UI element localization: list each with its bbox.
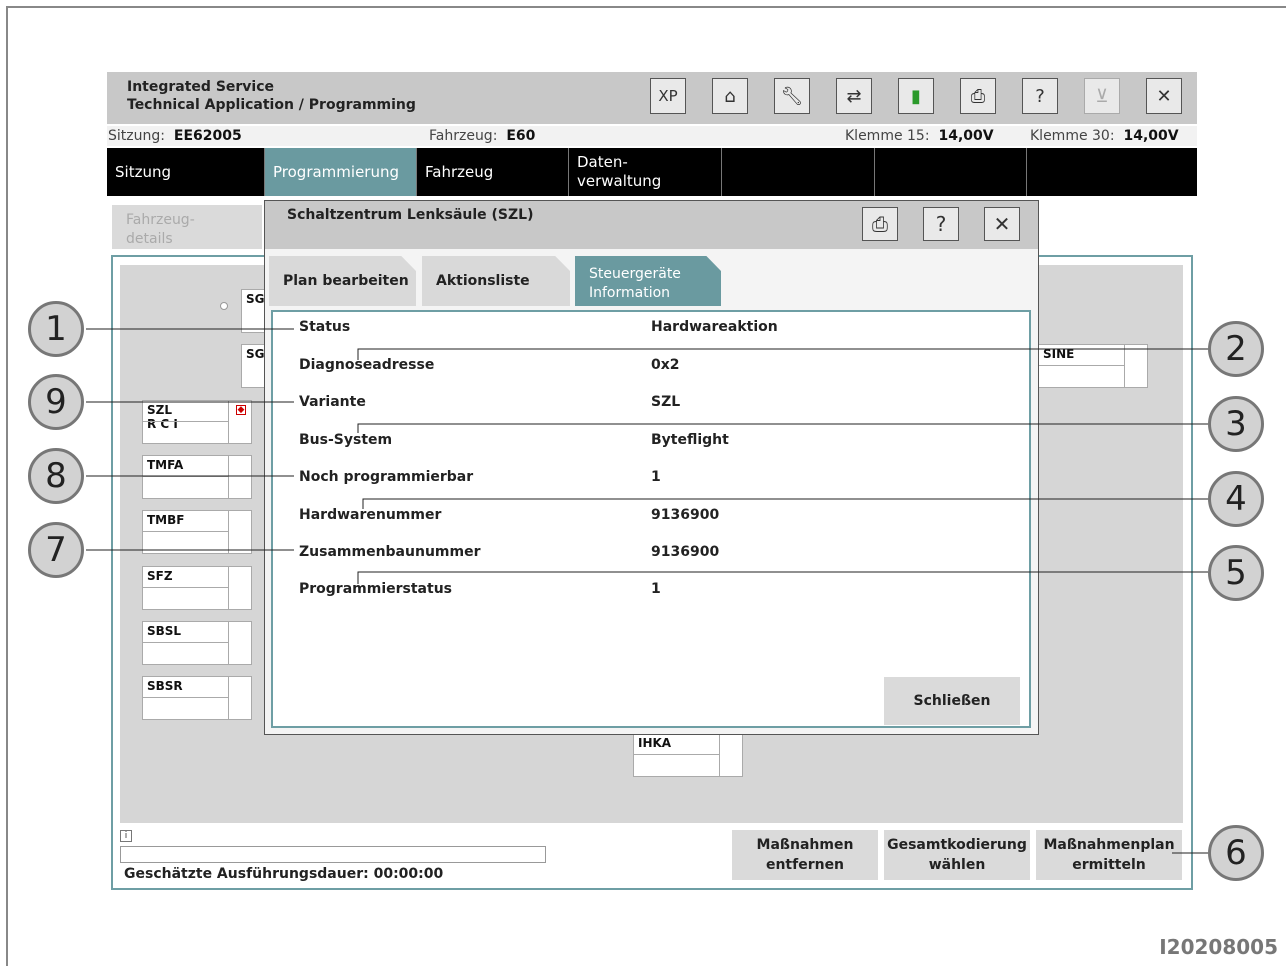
callout-leader-lines	[86, 328, 1208, 854]
leader-3	[357, 423, 1208, 433]
callout-1: 1	[28, 301, 84, 357]
callout-5: 5	[1208, 545, 1264, 601]
figure-code: I20208005	[1159, 935, 1278, 959]
callout-9: 9	[28, 374, 84, 430]
callout-4: 4	[1208, 471, 1264, 527]
callout-2: 2	[1208, 321, 1264, 377]
callout-8: 8	[28, 448, 84, 504]
leader-5	[357, 571, 1208, 584]
callout-7: 7	[28, 522, 84, 578]
callout-3: 3	[1208, 396, 1264, 452]
callout-6: 6	[1208, 825, 1264, 881]
leader-4	[362, 498, 1208, 509]
leader-2	[357, 348, 1208, 360]
